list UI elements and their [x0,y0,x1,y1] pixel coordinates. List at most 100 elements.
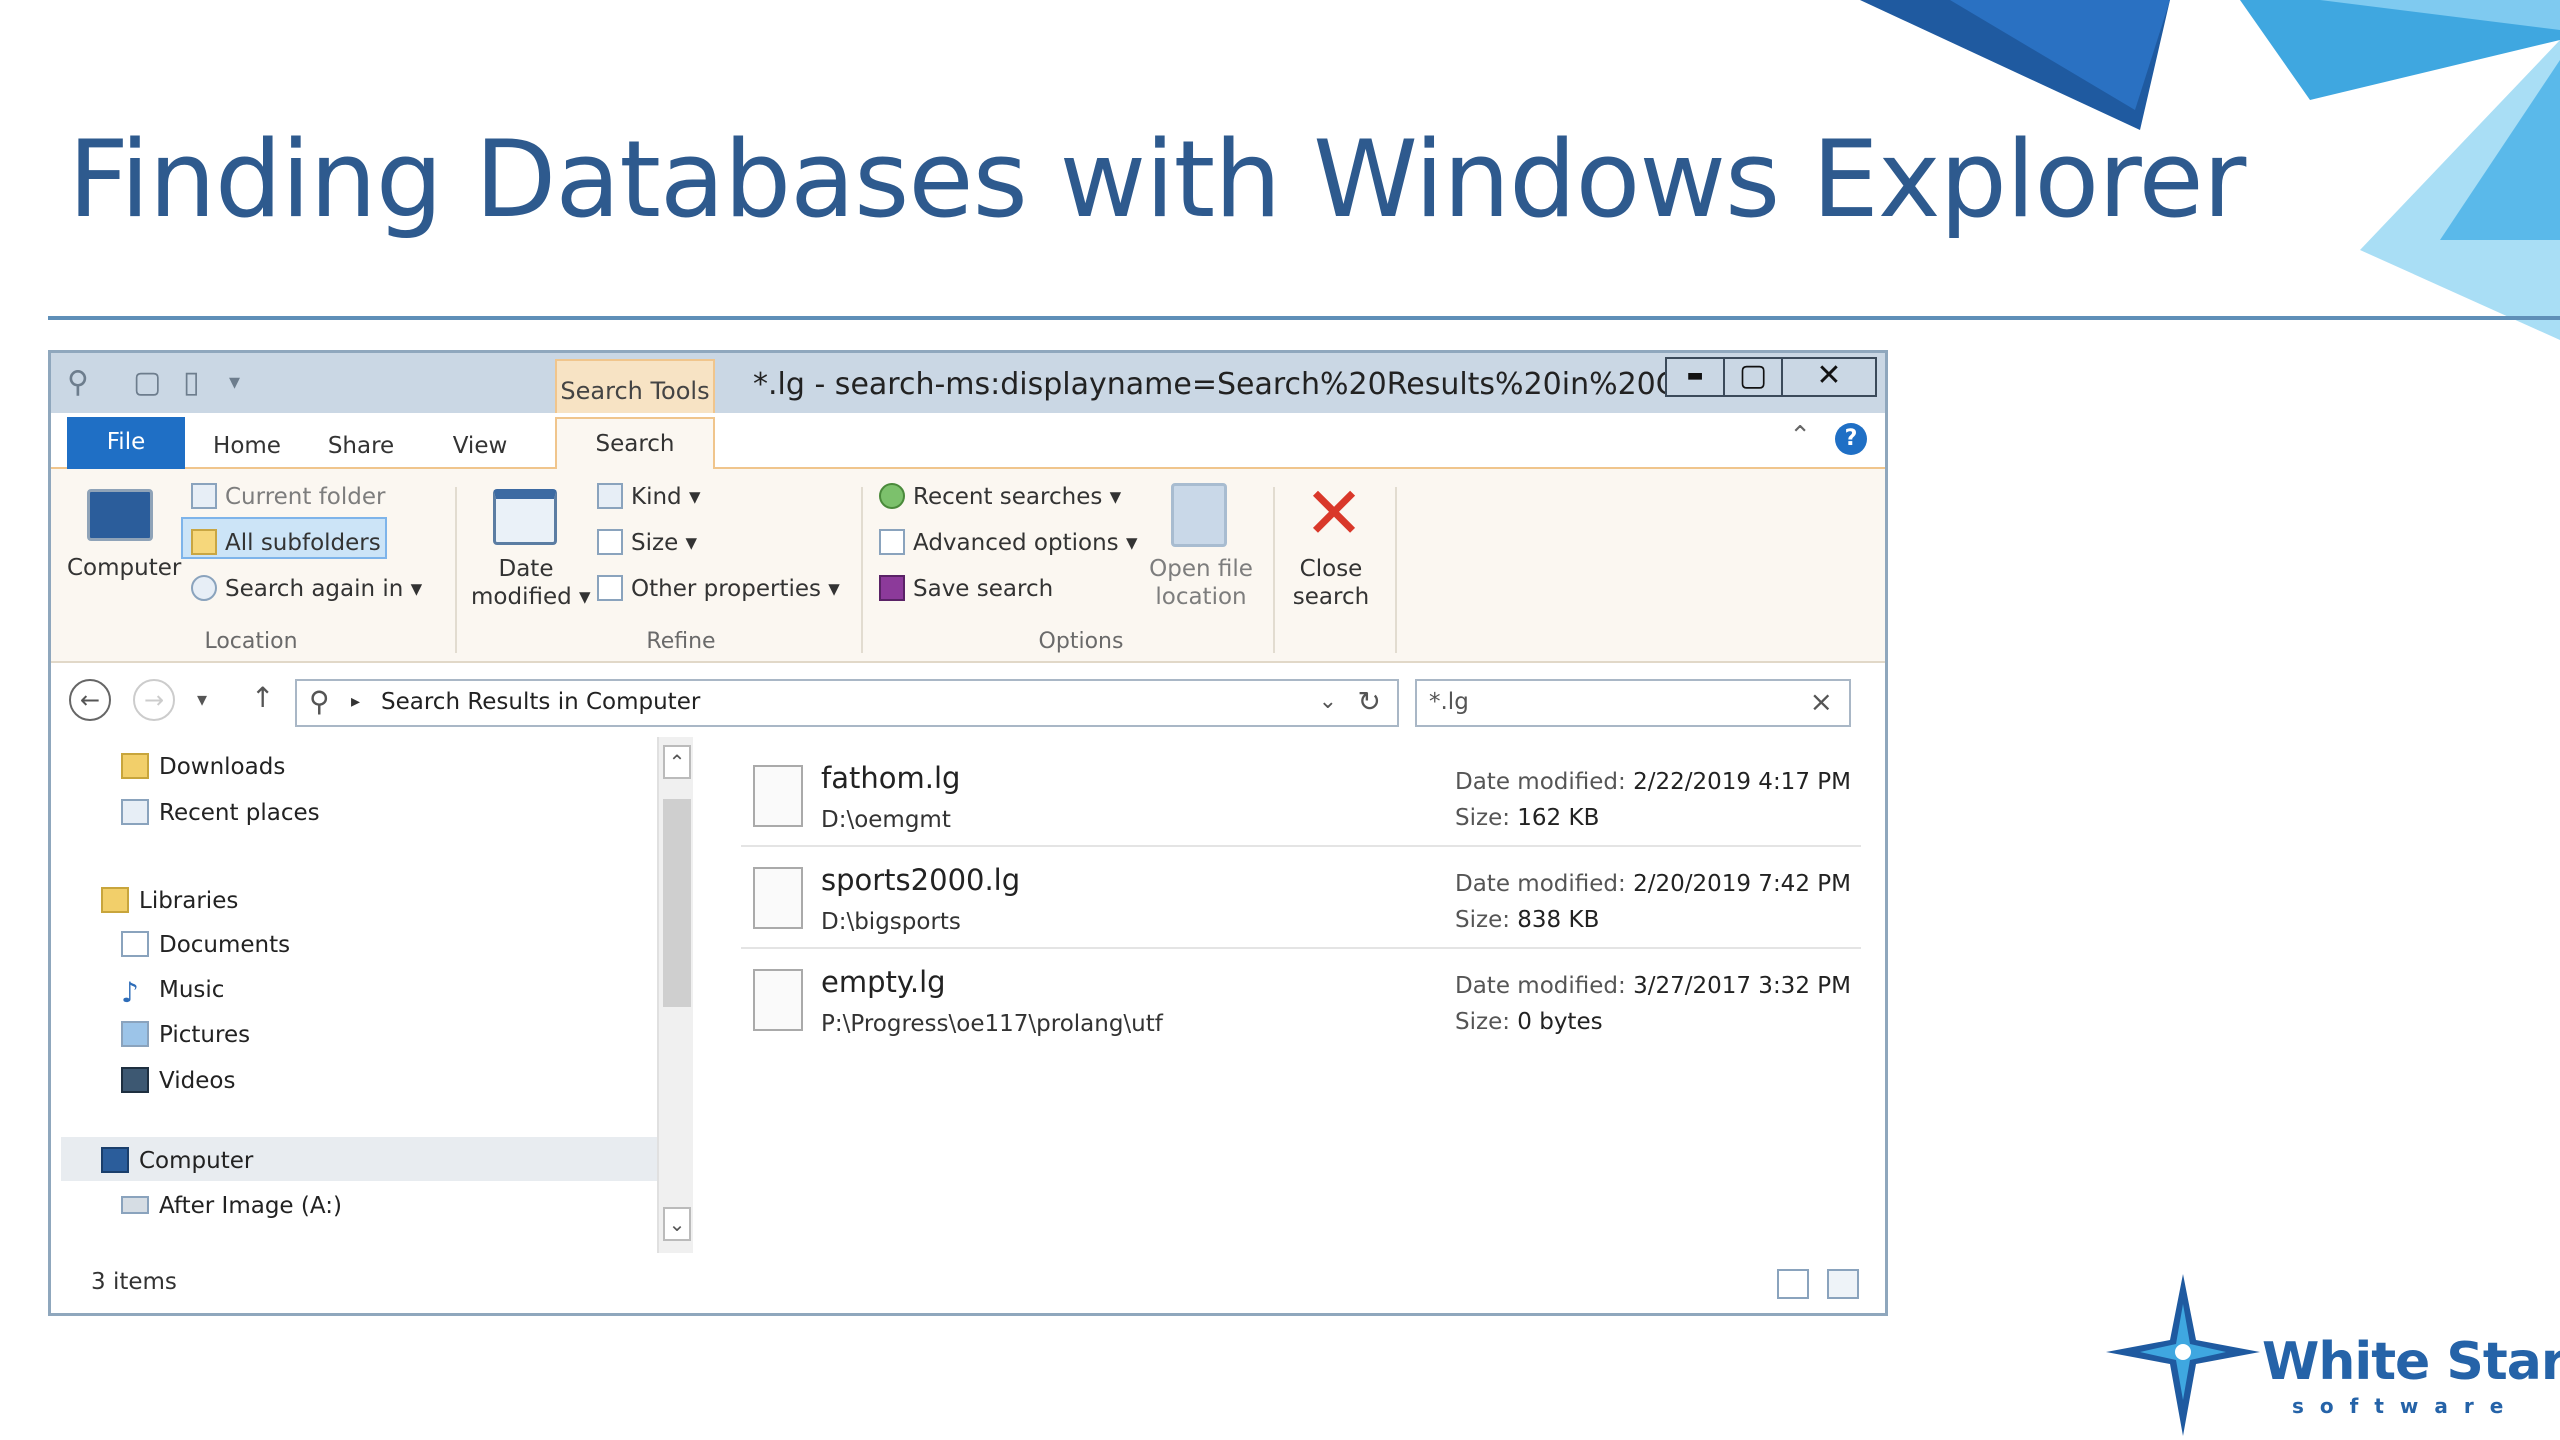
list-item[interactable]: sports2000.lg D:\bigsports Date modified… [741,849,1861,949]
music-icon: ♪ [121,976,139,1009]
minimize-button[interactable]: ▬ [1665,357,1725,397]
date-modified-value: 3/27/2017 3:32 PM [1633,973,1851,999]
nav-item-libraries[interactable]: Libraries [101,887,238,914]
chevron-up-icon[interactable]: ⌃ [1789,421,1811,451]
refresh-icon[interactable]: ↻ [1358,685,1381,718]
size-value: 0 bytes [1517,1009,1603,1035]
current-folder-button[interactable]: Current folder [191,483,385,510]
computer-button[interactable]: Computer [67,555,181,581]
nav-item-after-image-drive[interactable]: After Image (A:) [121,1193,342,1219]
list-item[interactable]: empty.lg P:\Progress\oe117\prolang\utf D… [741,951,1861,1051]
help-icon[interactable]: ? [1835,423,1867,455]
nav-item-downloads[interactable]: Downloads [121,753,285,780]
file-icon [753,969,803,1031]
status-bar: 3 items [51,1253,1885,1313]
address-dropdown-icon[interactable]: ⌄ [1319,689,1337,714]
close-button[interactable]: ✕ [1781,357,1877,397]
advanced-options-button[interactable]: Advanced options ▾ [879,529,1138,556]
clear-search-icon[interactable]: × [1810,685,1833,718]
date-modified-label-2: modified [471,584,572,610]
date-modified-value: 2/20/2019 7:42 PM [1633,871,1851,897]
close-search-label-2: search [1292,584,1370,610]
address-path: Search Results in Computer [381,689,701,715]
close-search-button[interactable]: Close search [1281,555,1381,611]
save-search-button[interactable]: Save search [879,575,1053,602]
file-name: empty.lg [821,965,946,999]
nav-item-label: Recent places [159,800,320,826]
open-file-location-label-1: Open file [1149,556,1253,582]
new-folder-icon[interactable]: ▯ [183,365,200,401]
kind-label: Kind [631,484,682,510]
back-button[interactable]: ← [69,679,111,721]
size-value: 162 KB [1517,805,1600,831]
open-file-location-button[interactable]: Open file location [1145,555,1257,611]
list-item[interactable]: fathom.lg D:\oemgmt Date modified: 2/22/… [741,747,1861,847]
subfolders-icon [191,529,217,555]
search-input[interactable]: *.lg [1429,689,1469,715]
search-again-button[interactable]: Search again in ▾ [191,575,422,602]
close-search-label-1: Close [1299,556,1363,582]
up-button[interactable]: ↑ [251,681,274,714]
size-label: Size: [1455,907,1510,933]
nav-scrollbar[interactable]: ⌃ ⌄ [657,737,693,1253]
title-bar[interactable]: ⚲ ▢ ▯ ▾ Search Tools *.lg - search-ms:di… [51,353,1885,417]
search-icon[interactable]: ⚲ [67,365,89,401]
large-icons-view-icon[interactable] [1827,1269,1859,1299]
file-list: fathom.lg D:\oemgmt Date modified: 2/22/… [741,737,1861,1253]
ribbon-tabs: File Home Share View Search ⌃ ? [51,413,1885,471]
navigation-pane: Downloads Recent places Libraries Docume… [51,737,657,1253]
other-properties-button[interactable]: Other properties ▾ [597,575,840,602]
address-bar[interactable]: ⚲ ▸ Search Results in Computer ⌄ ↻ [295,679,1399,727]
group-separator [1395,487,1397,653]
current-folder-label: Current folder [225,484,386,510]
size-value: 838 KB [1517,907,1600,933]
nav-item-label: Downloads [159,754,286,780]
item-count: 3 items [91,1269,177,1295]
nav-item-pictures[interactable]: Pictures [121,1021,250,1048]
open-file-location-label-2: location [1155,584,1247,610]
kind-icon [597,483,623,509]
tab-share[interactable]: Share [311,421,411,469]
details-view-icon[interactable] [1777,1269,1809,1299]
tab-home[interactable]: Home [197,421,297,469]
white-star-logo: White Star software [2098,1270,2560,1440]
advanced-options-icon [879,529,905,555]
nav-item-videos[interactable]: Videos [121,1067,235,1094]
nav-item-music[interactable]: ♪ Music [121,976,224,1009]
properties-icon[interactable]: ▢ [133,365,161,401]
computer-icon [87,489,153,541]
documents-icon [121,931,149,957]
computer-icon [101,1147,129,1173]
save-search-label: Save search [913,576,1054,602]
nav-item-computer[interactable]: Computer [101,1147,253,1174]
window-title: *.lg - search-ms:displayname=Search%20Re… [753,367,1724,402]
other-properties-label: Other properties [631,576,821,602]
scroll-up-button[interactable]: ⌃ [663,745,691,779]
scroll-down-button[interactable]: ⌄ [663,1207,691,1241]
size-button[interactable]: Size ▾ [597,529,697,556]
libraries-icon [101,887,129,913]
scroll-thumb[interactable] [663,799,691,1007]
tab-view[interactable]: View [435,421,525,469]
group-separator [1273,487,1275,653]
nav-item-recent-places[interactable]: Recent places [121,799,320,826]
recent-locations-chevron-icon[interactable]: ▾ [197,687,207,711]
kind-button[interactable]: Kind ▾ [597,483,701,510]
search-box[interactable]: *.lg × [1415,679,1851,727]
search-again-label: Search again in [225,576,404,602]
maximize-button[interactable]: ▢ [1723,357,1783,397]
tab-search[interactable]: Search [555,417,715,471]
customize-qat-icon[interactable]: ▾ [229,365,240,401]
explorer-window: ⚲ ▢ ▯ ▾ Search Tools *.lg - search-ms:di… [48,350,1888,1316]
slide-title: Finding Databases with Windows Explorer [68,118,2246,241]
recent-searches-icon [879,483,905,509]
recent-searches-label: Recent searches [913,484,1103,510]
date-modified-label: Date modified: [1455,769,1626,795]
recent-searches-button[interactable]: Recent searches ▾ [879,483,1121,510]
star-logo-icon [2106,1274,2260,1436]
nav-item-documents[interactable]: Documents [121,931,290,958]
date-modified-button[interactable]: Date modified ▾ [471,555,591,611]
nav-item-label: Libraries [139,888,239,914]
forward-button[interactable]: → [133,679,175,721]
tab-file[interactable]: File [67,417,185,469]
